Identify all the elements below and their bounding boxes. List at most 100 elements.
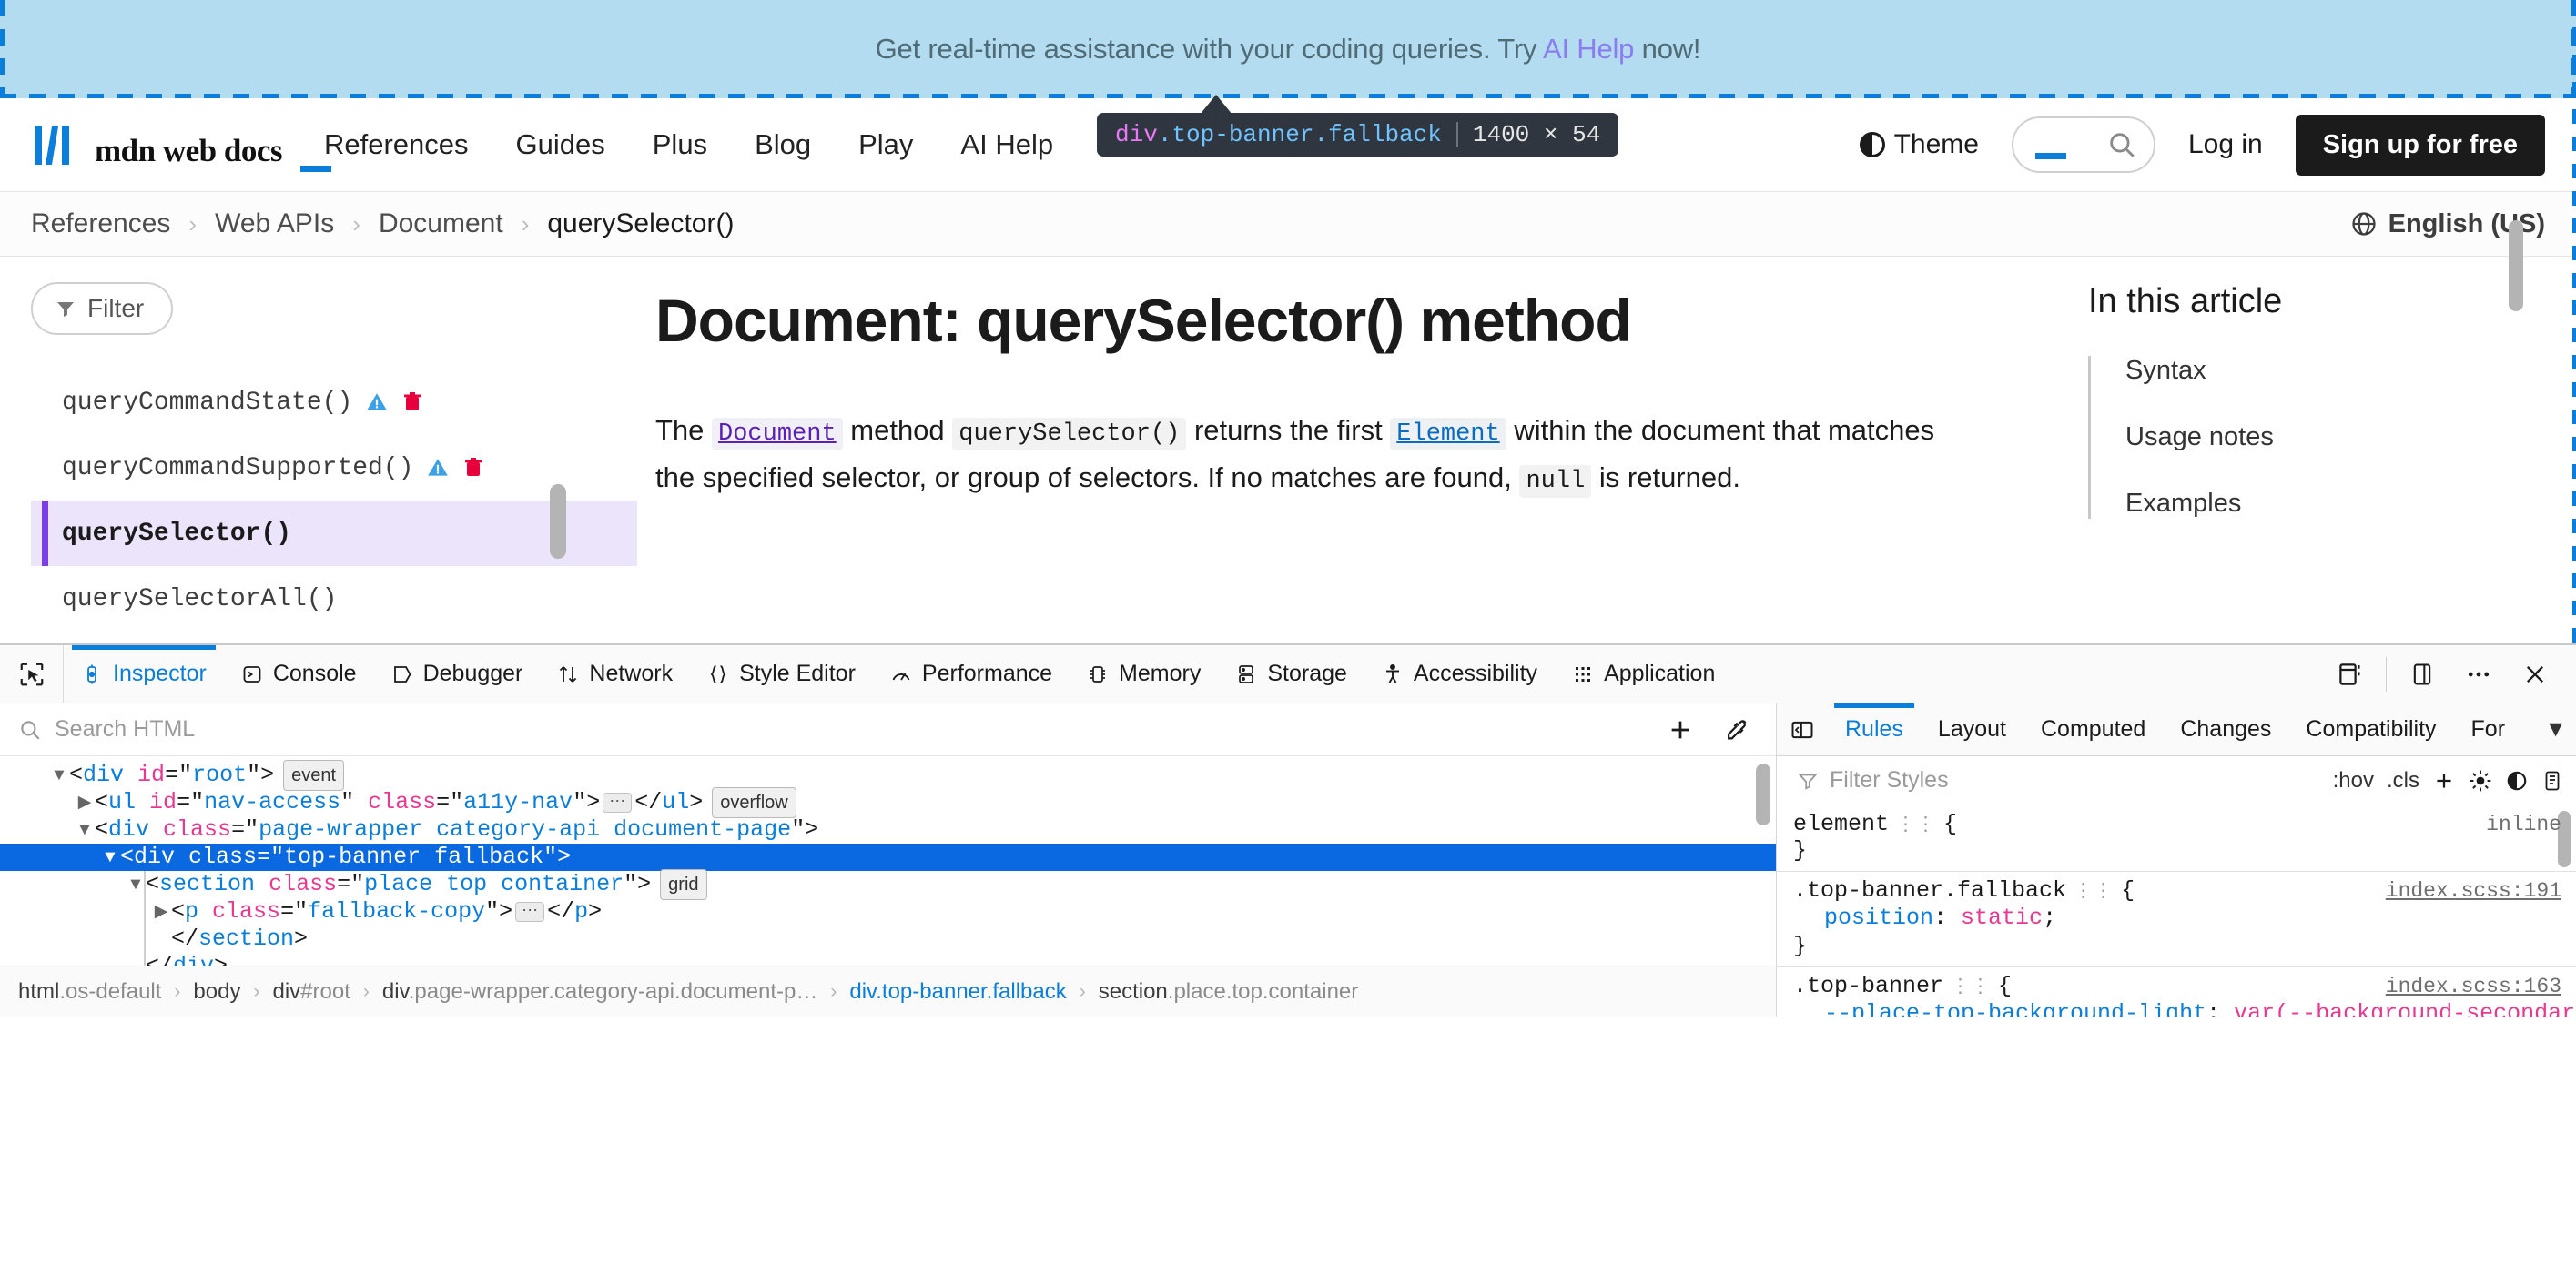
- theme-toggle-button[interactable]: Theme: [1859, 129, 1979, 160]
- signup-button[interactable]: Sign up for free: [2295, 114, 2545, 176]
- twisty-open-icon[interactable]: ▼: [126, 871, 146, 898]
- rule-selector[interactable]: element: [1793, 811, 1889, 837]
- sidebar-item-queryselector[interactable]: querySelector(): [31, 501, 637, 566]
- nav-link-references[interactable]: References: [324, 128, 469, 161]
- rules-tab-fonts[interactable]: For: [2454, 703, 2523, 755]
- breadcrumb-item-document[interactable]: Document: [379, 208, 503, 239]
- rule-block-element[interactable]: element ⋮⋮ { inline }: [1777, 805, 2576, 872]
- nav-link-plus[interactable]: Plus: [653, 128, 707, 161]
- twisty-open-icon[interactable]: ▼: [49, 762, 69, 789]
- tab-network[interactable]: Network: [540, 645, 690, 703]
- tab-memory[interactable]: Memory: [1070, 645, 1218, 703]
- tab-style-editor[interactable]: Style Editor: [690, 645, 873, 703]
- light-mode-icon[interactable]: [2469, 769, 2492, 793]
- rules-tab-compatibility[interactable]: Compatibility: [2288, 703, 2453, 755]
- mdn-logo-icon: [35, 126, 69, 165]
- dom-crumb-div-root[interactable]: div#root: [272, 979, 350, 1005]
- rules-list[interactable]: element ⋮⋮ { inline } .top-banner.fallba…: [1777, 805, 2576, 1017]
- devtools-settings-menu-button[interactable]: [2450, 645, 2507, 703]
- print-media-icon[interactable]: [2541, 769, 2563, 793]
- dark-mode-icon[interactable]: [2505, 769, 2529, 793]
- class-toggle-button[interactable]: .cls: [2387, 768, 2419, 794]
- tab-debugger[interactable]: Debugger: [374, 645, 541, 703]
- toc-item-usage-notes[interactable]: Usage notes: [2125, 422, 2576, 452]
- nav-link-ai-help[interactable]: AI Help: [960, 128, 1053, 161]
- nav-link-guides[interactable]: Guides: [516, 128, 605, 161]
- sidebar-scrollbar[interactable]: [550, 484, 566, 559]
- element-picker-button[interactable]: [0, 645, 64, 703]
- nav-link-blog[interactable]: Blog: [755, 128, 811, 161]
- toc-item-syntax[interactable]: Syntax: [2125, 356, 2576, 386]
- add-rule-icon[interactable]: [2432, 769, 2456, 793]
- dom-row[interactable]: </div>: [0, 953, 1776, 966]
- twisty-closed-icon[interactable]: ▶: [151, 898, 171, 926]
- twisty-closed-icon[interactable]: ▶: [75, 789, 95, 816]
- mdn-logo[interactable]: mdn web docs: [31, 123, 331, 172]
- sidebar-item-querycommandstate[interactable]: queryCommandState(): [31, 369, 637, 435]
- tab-inspector[interactable]: Inspector: [64, 645, 224, 703]
- rules-tabs-overflow-button[interactable]: ▼: [2544, 703, 2576, 755]
- sidebar-item-queryselectorall[interactable]: querySelectorAll(): [31, 566, 637, 632]
- rule-block-top-banner[interactable]: .top-banner ⋮⋮ { index.scss:163 --place-…: [1777, 967, 2576, 1017]
- breadcrumb-item-references[interactable]: References: [31, 208, 170, 239]
- dom-row-selected[interactable]: ▼ < div class =" top-banner fallback ">: [0, 844, 1776, 871]
- ai-help-link[interactable]: AI Help: [1543, 33, 1634, 65]
- dom-row[interactable]: ▼ < section class =" place top container "> gr…: [0, 869, 1776, 900]
- declaration-property[interactable]: --place-top-background-light: [1824, 1000, 2206, 1017]
- tab-accessibility[interactable]: Accessibility: [1364, 645, 1555, 703]
- inspector-search-bar[interactable]: Search HTML: [0, 703, 1776, 756]
- tab-application[interactable]: Application: [1555, 645, 1732, 703]
- rules-tab-computed[interactable]: Computed: [2023, 703, 2163, 755]
- tab-label: Memory: [1119, 661, 1202, 686]
- twisty-open-icon[interactable]: ▼: [75, 816, 95, 844]
- filter-styles-placeholder[interactable]: Filter Styles: [1830, 767, 1949, 794]
- element-link[interactable]: Element: [1390, 417, 1506, 450]
- login-link[interactable]: Log in: [2188, 129, 2263, 160]
- breadcrumb-item-web-apis[interactable]: Web APIs: [215, 208, 334, 239]
- rule-selector[interactable]: .top-banner.fallback: [1793, 877, 2066, 904]
- search-input[interactable]: [2011, 116, 2155, 173]
- top-banner-fallback[interactable]: Get real-time assistance with your codin…: [0, 0, 2576, 98]
- dom-row[interactable]: </section >: [0, 926, 1776, 953]
- toggle-sidebar-button[interactable]: [1777, 703, 1828, 755]
- rules-tab-changes[interactable]: Changes: [2163, 703, 2288, 755]
- twisty-open-icon[interactable]: ▼: [100, 844, 120, 871]
- document-link[interactable]: Document: [712, 417, 843, 450]
- nav-link-play[interactable]: Play: [858, 128, 913, 161]
- close-devtools-button[interactable]: [2507, 645, 2563, 703]
- page-scrollbar[interactable]: [2509, 220, 2523, 311]
- dom-crumb-page-wrapper[interactable]: div.page-wrapper.category-api.document-p…: [382, 979, 817, 1005]
- rule-source-link[interactable]: index.scss:191: [2386, 879, 2561, 903]
- hover-pseudo-button[interactable]: :hov: [2333, 768, 2374, 794]
- create-new-node-button[interactable]: [1652, 701, 1709, 759]
- dom-row[interactable]: ▶ < ul id =" nav-access " class =" a11y-nav "> ⋯ <…: [0, 787, 1776, 818]
- tab-console[interactable]: Console: [224, 645, 374, 703]
- responsive-design-mode-button[interactable]: [2322, 645, 2378, 703]
- dom-tree-scrollbar[interactable]: [1756, 764, 1770, 825]
- tab-storage[interactable]: Storage: [1218, 645, 1364, 703]
- sidebar-item-querycommandsupported[interactable]: queryCommandSupported(): [31, 435, 637, 501]
- declaration-value[interactable]: static: [1961, 905, 2043, 931]
- rule-block-top-banner-fallback[interactable]: .top-banner.fallback ⋮⋮ { index.scss:191…: [1777, 872, 2576, 967]
- dom-crumb-html[interactable]: html.os-default: [18, 979, 161, 1005]
- dom-crumb-body[interactable]: body: [193, 979, 240, 1005]
- rule-selector[interactable]: .top-banner: [1793, 973, 1943, 999]
- declaration-property[interactable]: position: [1824, 905, 1933, 931]
- declaration[interactable]: position: static;: [1793, 904, 2561, 933]
- eyedropper-button[interactable]: [1709, 701, 1765, 759]
- dom-tree[interactable]: ▼ < div id =" root "> event ▶ < ul id =" nav-acces…: [0, 756, 1776, 966]
- sidebar-filter-button[interactable]: Filter: [31, 282, 173, 335]
- rules-tab-layout[interactable]: Layout: [1921, 703, 2023, 755]
- declaration[interactable]: --place-top-background-light: var(--back…: [1793, 999, 2576, 1017]
- declaration-value[interactable]: var(--background-secondary): [2234, 1000, 2576, 1017]
- toc-item-examples[interactable]: Examples: [2125, 489, 2576, 519]
- dom-crumb-top-banner-fallback[interactable]: div.top-banner.fallback: [849, 979, 1066, 1005]
- rules-tab-rules[interactable]: Rules: [1828, 703, 1921, 755]
- dom-row[interactable]: ▼ < div id =" root "> event: [0, 760, 1776, 791]
- dock-position-button[interactable]: [2394, 645, 2450, 703]
- tab-performance[interactable]: Performance: [873, 645, 1070, 703]
- dom-crumb-section-place-top[interactable]: section.place.top.container: [1099, 979, 1359, 1005]
- dom-row[interactable]: ▶ < p class =" fallback-copy "> ⋯ </p >: [0, 898, 1776, 926]
- dom-row[interactable]: ▼ < div class =" page-wrapper category-api d…: [0, 816, 1776, 844]
- rule-source-link[interactable]: index.scss:163: [2386, 975, 2561, 998]
